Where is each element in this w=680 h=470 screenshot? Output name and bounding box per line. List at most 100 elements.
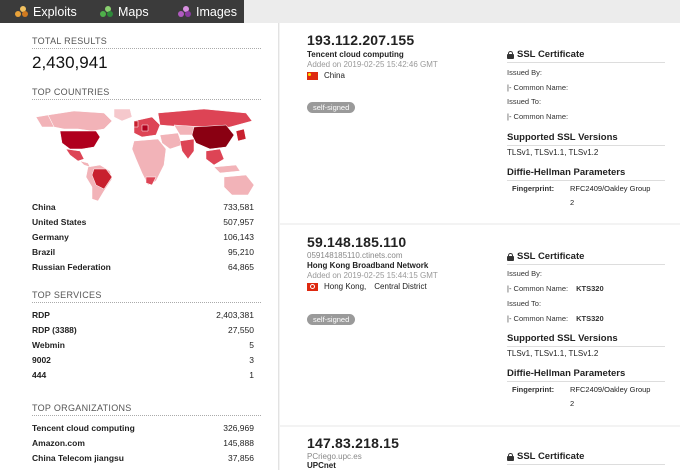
service-row[interactable]: Webmin 5 (32, 340, 254, 355)
country-name: Germany (32, 232, 69, 242)
service-name: 444 (32, 370, 47, 380)
common-name: |- Common Name: (507, 83, 568, 92)
result-org[interactable]: UPCnet (307, 461, 336, 470)
maps-icon (100, 6, 113, 17)
country-row[interactable]: Brazil 95,210 (32, 247, 254, 262)
country-count: 733,581 (223, 202, 254, 212)
service-name: RDP (3388) (32, 325, 77, 335)
country-row[interactable]: Russian Federation 64,865 (32, 262, 254, 277)
self-signed-tag[interactable]: self-signed (307, 314, 356, 325)
map-mexico (65, 148, 85, 162)
country-name: China (32, 202, 56, 212)
issued-by-label: Issued By: (507, 68, 543, 77)
fingerprint-value: RFC2409/Oakley Group (570, 385, 651, 394)
ssl-certificate-heading: SSL Certificate (507, 451, 665, 465)
country-row[interactable]: Germany 106,143 (32, 232, 254, 247)
map-india (179, 138, 195, 160)
org-name: China Telecom jiangsu (32, 453, 124, 463)
org-row[interactable]: Amazon.com 145,888 (32, 438, 254, 453)
result-ip[interactable]: 59.148.185.110 (307, 234, 406, 250)
map-central-america (79, 160, 91, 168)
world-map[interactable] (34, 107, 260, 207)
result-hostname[interactable]: PCriego.upc.es (307, 452, 362, 461)
common-name: |- Common Name: KTS320 (507, 284, 604, 293)
country-name: Brazil (32, 247, 56, 257)
map-se-asia (205, 148, 225, 166)
country-row[interactable]: China 733,581 (32, 202, 254, 217)
ssl-panel: SSL Certificate (507, 49, 665, 63)
service-row[interactable]: 444 1 (32, 370, 254, 385)
org-count: 326,969 (223, 423, 254, 433)
country-count: 106,143 (223, 232, 254, 242)
map-germany (141, 124, 149, 132)
org-count: 145,888 (223, 438, 254, 448)
issued-to: Issued To: (507, 299, 541, 308)
country-row[interactable]: United States 507,957 (32, 217, 254, 232)
result-org[interactable]: Tencent cloud computing (307, 50, 404, 59)
nav-exploits-label: Exploits (33, 4, 77, 19)
org-count: 37,856 (228, 453, 254, 463)
result-added: Added on 2019-02-25 15:44:15 GMT (307, 271, 438, 280)
result-card: 147.83.218.15 PCriego.upc.es UPCnet SSL … (280, 427, 680, 470)
location-city: Central District (374, 282, 427, 291)
fingerprint-group: 2 (570, 399, 575, 408)
issued-to-label: Issued To: (507, 299, 542, 308)
china-flag-icon (307, 71, 318, 80)
ssl-certificate-heading: SSL Certificate (507, 251, 665, 265)
map-china (191, 124, 235, 150)
org-row[interactable]: China Telecom jiangsu 37,856 (32, 453, 254, 468)
result-location[interactable]: China (307, 71, 345, 80)
issued-by: Issued By: (507, 269, 542, 278)
service-name: RDP (32, 310, 50, 320)
map-korea-japan (235, 128, 247, 142)
ssl-panel: SSL Certificate (507, 451, 665, 465)
fingerprint-label: Fingerprint: (512, 184, 555, 193)
fingerprint: Fingerprint: (512, 385, 554, 394)
map-canada (47, 110, 113, 132)
service-row[interactable]: RDP (3388) 27,550 (32, 325, 254, 340)
result-card: 59.148.185.110 059148185110.ctinets.com … (280, 225, 680, 425)
ssl-certificate-heading: SSL Certificate (507, 49, 665, 63)
dh-params-heading: Diffie-Hellman Parameters (507, 167, 665, 181)
fingerprint-value: RFC2409/Oakley Group (570, 184, 651, 193)
common-name: |- Common Name: KTS320 (507, 314, 604, 323)
result-org[interactable]: Hong Kong Broadband Network (307, 261, 428, 270)
result-added: Added on 2019-02-25 15:42:46 GMT (307, 60, 438, 69)
total-results-title: TOTAL RESULTS (32, 36, 261, 49)
ssl-versions: TLSv1, TLSv1.1, TLSv1.2 (507, 349, 599, 358)
result-ip[interactable]: 193.112.207.155 (307, 32, 414, 48)
hong-kong-flag-icon (307, 282, 318, 291)
service-row[interactable]: RDP 2,403,381 (32, 310, 254, 325)
total-results-count: 2,430,941 (32, 53, 108, 72)
country-name: Russian Federation (32, 262, 111, 272)
org-row[interactable]: Tencent cloud computing 326,969 (32, 423, 254, 438)
top-orgs-title: TOP ORGANIZATIONS (32, 403, 261, 416)
common-name-label: |- Common Name: (507, 83, 569, 92)
org-name: Amazon.com (32, 438, 85, 448)
lock-icon (507, 452, 514, 461)
nav-images-label: Images (196, 4, 237, 19)
service-row[interactable]: 9002 3 (32, 355, 254, 370)
self-signed-tag[interactable]: self-signed (307, 102, 356, 113)
exploits-icon (15, 6, 28, 17)
result-hostname[interactable]: 059148185110.ctinets.com (307, 251, 402, 260)
common-name: |- Common Name: (507, 112, 568, 121)
lock-icon (507, 50, 514, 59)
dh-params-heading: Diffie-Hellman Parameters (507, 368, 665, 382)
nav-images[interactable]: Images (163, 0, 244, 23)
map-usa (59, 130, 101, 150)
result-ip[interactable]: 147.83.218.15 (307, 435, 399, 451)
map-indonesia (213, 164, 241, 174)
facet-sidebar: TOTAL RESULTS 2,430,941 TOP COUNTRIES Ch (0, 23, 279, 470)
ssl-title: SSL Certificate (517, 451, 585, 462)
map-australia (223, 174, 255, 196)
ssl-title: SSL Certificate (517, 251, 585, 262)
ssl-panel: SSL Certificate (507, 251, 665, 265)
nav-exploits[interactable]: Exploits (0, 0, 85, 23)
org-name: Tencent cloud computing (32, 423, 135, 433)
top-nav: Exploits Maps Images (0, 0, 680, 23)
issued-to: Issued To: (507, 97, 541, 106)
lock-icon (507, 252, 514, 261)
nav-maps[interactable]: Maps (85, 0, 163, 23)
result-location[interactable]: Hong Kong, Central District (307, 282, 427, 291)
